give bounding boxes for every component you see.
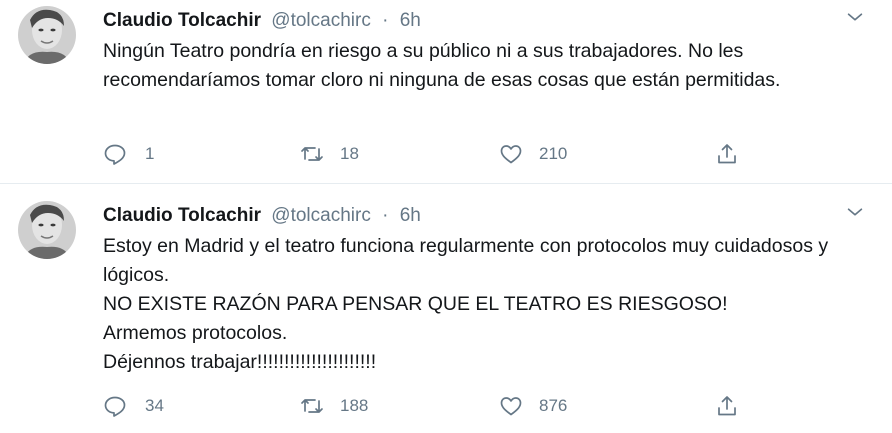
retweet-icon bbox=[300, 142, 324, 166]
retweet-button[interactable]: 18 bbox=[300, 141, 359, 167]
tweet-header: Claudio Tolcachir @tolcachirc · 6h bbox=[103, 9, 421, 33]
timeline: Claudio Tolcachir @tolcachirc · 6h Ningú… bbox=[0, 0, 892, 433]
chevron-down-icon[interactable] bbox=[844, 201, 866, 223]
like-button[interactable]: 210 bbox=[499, 141, 567, 167]
display-name[interactable]: Claudio Tolcachir bbox=[103, 205, 261, 226]
avatar[interactable] bbox=[18, 201, 76, 259]
timestamp[interactable]: 6h bbox=[400, 205, 421, 226]
tweet[interactable]: Claudio Tolcachir @tolcachirc · 6h Ningú… bbox=[0, 0, 892, 184]
heart-icon bbox=[499, 394, 523, 418]
reply-count: 34 bbox=[145, 396, 164, 415]
avatar[interactable] bbox=[18, 6, 76, 64]
share-button[interactable] bbox=[715, 393, 739, 419]
tweet[interactable]: Claudio Tolcachir @tolcachirc · 6h Estoy… bbox=[0, 185, 892, 433]
user-handle[interactable]: @tolcachirc bbox=[271, 205, 371, 226]
retweet-count: 18 bbox=[340, 144, 359, 163]
separator-dot: · bbox=[382, 10, 389, 31]
reply-count: 1 bbox=[145, 144, 155, 163]
like-button[interactable]: 876 bbox=[499, 393, 567, 419]
reply-button[interactable]: 1 bbox=[103, 141, 154, 167]
like-count: 210 bbox=[539, 144, 568, 163]
like-count: 876 bbox=[539, 396, 568, 415]
reply-icon bbox=[103, 394, 127, 418]
separator-dot: · bbox=[382, 205, 389, 226]
tweet-actions: 34 188 876 bbox=[103, 393, 743, 419]
tweet-text: Estoy en Madrid y el teatro funciona reg… bbox=[103, 235, 829, 373]
tweet-actions: 1 18 210 bbox=[103, 141, 743, 167]
reply-icon bbox=[103, 142, 127, 166]
retweet-count: 188 bbox=[340, 396, 369, 415]
tweet-text: Ningún Teatro pondría en riesgo a su púb… bbox=[103, 40, 781, 91]
display-name[interactable]: Claudio Tolcachir bbox=[103, 10, 261, 31]
retweet-icon bbox=[300, 394, 324, 418]
tweet-header: Claudio Tolcachir @tolcachirc · 6h bbox=[103, 204, 421, 228]
share-icon bbox=[715, 142, 739, 166]
chevron-down-icon[interactable] bbox=[844, 6, 866, 28]
timestamp[interactable]: 6h bbox=[400, 10, 421, 31]
heart-icon bbox=[499, 142, 523, 166]
reply-button[interactable]: 34 bbox=[103, 393, 164, 419]
user-handle[interactable]: @tolcachirc bbox=[271, 10, 371, 31]
retweet-button[interactable]: 188 bbox=[300, 393, 368, 419]
share-button[interactable] bbox=[715, 141, 739, 167]
share-icon bbox=[715, 394, 739, 418]
